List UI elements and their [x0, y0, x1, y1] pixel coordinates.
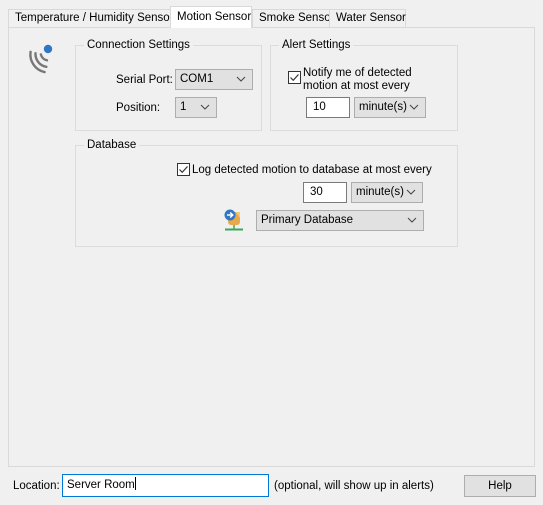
location-value: Server Room — [67, 479, 135, 491]
location-label: Location: — [13, 480, 60, 492]
database-value: Primary Database — [261, 214, 354, 226]
position-value: 1 — [180, 101, 187, 113]
checkmark-icon — [179, 166, 188, 174]
connection-settings-group: Connection Settings Serial Port: COM1 Po… — [75, 38, 262, 131]
tab-temperature-humidity-sensor[interactable]: Temperature / Humidity Sensor — [8, 9, 174, 27]
help-button[interactable]: Help — [464, 475, 536, 497]
notify-checkbox[interactable] — [288, 71, 301, 84]
tab-smoke-sensor[interactable]: Smoke Sensor — [252, 9, 334, 27]
connection-settings-title: Connection Settings — [84, 38, 193, 52]
notify-label-line1[interactable]: Notify me of detected — [303, 66, 412, 80]
serial-port-value: COM1 — [180, 73, 214, 85]
chevron-down-icon — [407, 217, 417, 223]
alert-interval-input[interactable]: 10 — [306, 97, 350, 118]
serial-port-select[interactable]: COM1 — [175, 69, 253, 90]
tab-motion-sensor[interactable]: Motion Sensor — [170, 6, 252, 28]
motion-sensor-panel: Connection Settings Serial Port: COM1 Po… — [8, 27, 535, 467]
chevron-down-icon — [409, 104, 419, 110]
database-select[interactable]: Primary Database — [256, 210, 424, 231]
chevron-down-icon — [200, 104, 210, 110]
location-hint: (optional, will show up in alerts) — [274, 480, 434, 492]
tab-water-sensor[interactable]: Water Sensor — [329, 9, 406, 27]
log-checkbox[interactable] — [177, 163, 190, 176]
position-label: Position: — [116, 102, 161, 114]
position-select[interactable]: 1 — [175, 97, 217, 118]
text-caret — [134, 477, 136, 490]
database-title: Database — [84, 138, 140, 152]
alert-settings-group: Alert Settings Notify me of detected mot… — [270, 38, 458, 131]
alert-interval-unit-value: minute(s) — [359, 101, 407, 113]
checkmark-icon — [290, 74, 299, 82]
notify-label-line2[interactable]: motion at most every — [303, 79, 410, 93]
db-interval-unit-value: minute(s) — [356, 186, 404, 198]
chevron-down-icon — [406, 189, 416, 195]
database-group: Database Log detected motion to database… — [75, 138, 458, 247]
alert-interval-unit-select[interactable]: minute(s) — [354, 97, 426, 118]
serial-port-label: Serial Port: — [116, 74, 173, 86]
database-connection-icon — [222, 208, 246, 232]
db-interval-unit-select[interactable]: minute(s) — [351, 182, 423, 203]
log-label[interactable]: Log detected motion to database at most … — [192, 163, 432, 177]
motion-sensor-icon — [24, 42, 56, 74]
db-interval-input[interactable]: 30 — [303, 182, 347, 203]
location-input[interactable]: Server Room — [62, 474, 269, 497]
alert-settings-title: Alert Settings — [279, 38, 354, 52]
chevron-down-icon — [236, 76, 246, 82]
